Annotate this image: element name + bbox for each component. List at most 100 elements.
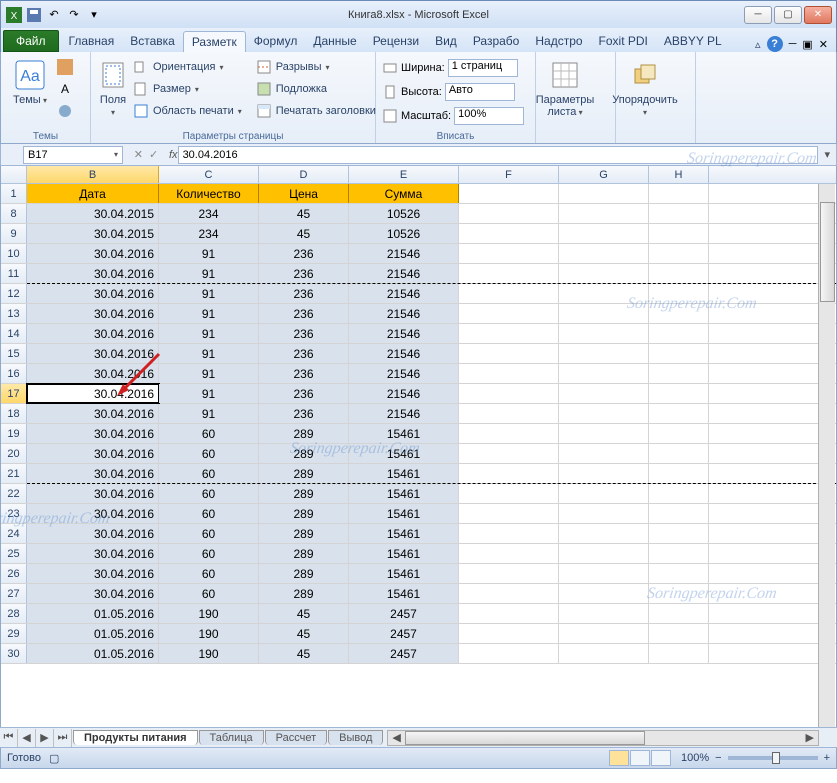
theme-fonts-button[interactable]: A: [53, 79, 77, 99]
tab-вставка[interactable]: Вставка: [122, 31, 183, 52]
row-header-22[interactable]: 22: [1, 484, 27, 503]
cell[interactable]: 60: [159, 424, 259, 443]
vertical-scroll-thumb[interactable]: [820, 202, 835, 302]
cell[interactable]: [649, 484, 709, 503]
row-header-28[interactable]: 28: [1, 604, 27, 623]
maximize-button[interactable]: ▢: [774, 6, 802, 24]
cell[interactable]: 30.04.2015: [27, 224, 159, 243]
row-header-24[interactable]: 24: [1, 524, 27, 543]
cell[interactable]: 21546: [349, 304, 459, 323]
background-button[interactable]: Подложка: [252, 79, 380, 99]
cell[interactable]: [559, 224, 649, 243]
cell[interactable]: [459, 504, 559, 523]
cell[interactable]: 236: [259, 404, 349, 423]
cell[interactable]: [559, 284, 649, 303]
cell[interactable]: 289: [259, 484, 349, 503]
cell[interactable]: [649, 504, 709, 523]
cell[interactable]: [559, 244, 649, 263]
cell[interactable]: 2457: [349, 644, 459, 663]
scale-pct-input[interactable]: 100%: [454, 107, 524, 125]
cell[interactable]: [649, 244, 709, 263]
cell[interactable]: 236: [259, 284, 349, 303]
row-header-21[interactable]: 21: [1, 464, 27, 483]
cell[interactable]: [559, 504, 649, 523]
cell[interactable]: 91: [159, 404, 259, 423]
cell[interactable]: [559, 604, 649, 623]
cell[interactable]: 15461: [349, 444, 459, 463]
orientation-button[interactable]: Ориентация: [129, 57, 246, 77]
tab-главная[interactable]: Главная: [61, 31, 123, 52]
cell[interactable]: 01.05.2016: [27, 644, 159, 663]
sheet-tab-active[interactable]: Продукты питания: [73, 730, 198, 745]
row-header-27[interactable]: 27: [1, 584, 27, 603]
cell[interactable]: 30.04.2016: [27, 324, 159, 343]
cell[interactable]: 60: [159, 524, 259, 543]
cell[interactable]: 21546: [349, 384, 459, 403]
qat-dropdown-icon[interactable]: ▾: [85, 6, 103, 24]
cell[interactable]: [559, 544, 649, 563]
cell[interactable]: 45: [259, 224, 349, 243]
cell[interactable]: [559, 584, 649, 603]
cell[interactable]: [649, 624, 709, 643]
cell[interactable]: 21546: [349, 364, 459, 383]
horizontal-scroll-thumb[interactable]: [405, 731, 645, 745]
cell[interactable]: 289: [259, 444, 349, 463]
scale-width-input[interactable]: 1 страниц: [448, 59, 518, 77]
zoom-slider[interactable]: [728, 756, 818, 760]
row-header-29[interactable]: 29: [1, 624, 27, 643]
cell[interactable]: 15461: [349, 504, 459, 523]
cell[interactable]: 236: [259, 324, 349, 343]
cell[interactable]: 21546: [349, 324, 459, 343]
cell[interactable]: [649, 644, 709, 663]
cell[interactable]: [459, 444, 559, 463]
cell[interactable]: [459, 384, 559, 403]
cell[interactable]: 30.04.2016: [27, 424, 159, 443]
cell[interactable]: 60: [159, 544, 259, 563]
cell[interactable]: 30.04.2016: [27, 404, 159, 423]
cell[interactable]: 30.04.2016: [27, 384, 159, 403]
cell[interactable]: 30.04.2016: [27, 504, 159, 523]
help-icon[interactable]: ?: [767, 36, 783, 52]
cell[interactable]: [459, 624, 559, 643]
zoom-level[interactable]: 100%: [681, 752, 709, 764]
cell[interactable]: [459, 404, 559, 423]
row-header-20[interactable]: 20: [1, 444, 27, 463]
breaks-button[interactable]: Разрывы: [252, 57, 380, 77]
cell[interactable]: [459, 464, 559, 483]
cell[interactable]: [649, 404, 709, 423]
cell[interactable]: 15461: [349, 464, 459, 483]
cell[interactable]: [459, 524, 559, 543]
cell[interactable]: 234: [159, 204, 259, 223]
cell[interactable]: 60: [159, 464, 259, 483]
size-button[interactable]: Размер: [129, 79, 246, 99]
cell[interactable]: [559, 304, 649, 323]
cell[interactable]: 15461: [349, 524, 459, 543]
view-page-break-button[interactable]: [651, 750, 671, 766]
cell[interactable]: [649, 524, 709, 543]
cell[interactable]: 190: [159, 624, 259, 643]
cell[interactable]: [459, 644, 559, 663]
mdi-minimize-icon[interactable]: ─: [789, 38, 797, 50]
cell[interactable]: 01.05.2016: [27, 624, 159, 643]
minimize-button[interactable]: ─: [744, 6, 772, 24]
cell[interactable]: 289: [259, 464, 349, 483]
cell[interactable]: [649, 464, 709, 483]
view-normal-button[interactable]: [609, 750, 629, 766]
cell[interactable]: 30.04.2016: [27, 544, 159, 563]
cell[interactable]: [459, 244, 559, 263]
sheet-nav-last-icon[interactable]: ⏭: [54, 729, 72, 747]
sheet-tab[interactable]: Рассчет: [265, 730, 328, 745]
cell[interactable]: 21546: [349, 264, 459, 283]
cell[interactable]: [459, 544, 559, 563]
cell[interactable]: 30.04.2016: [27, 484, 159, 503]
cell[interactable]: 236: [259, 344, 349, 363]
cell[interactable]: [559, 344, 649, 363]
tab-разрабо[interactable]: Разрабо: [465, 31, 528, 52]
cell[interactable]: [559, 424, 649, 443]
cell[interactable]: 91: [159, 284, 259, 303]
cell[interactable]: 45: [259, 204, 349, 223]
cell[interactable]: [559, 444, 649, 463]
cell[interactable]: [649, 564, 709, 583]
sheet-nav-prev-icon[interactable]: ◀: [18, 729, 36, 747]
column-header-B[interactable]: B: [27, 166, 159, 183]
